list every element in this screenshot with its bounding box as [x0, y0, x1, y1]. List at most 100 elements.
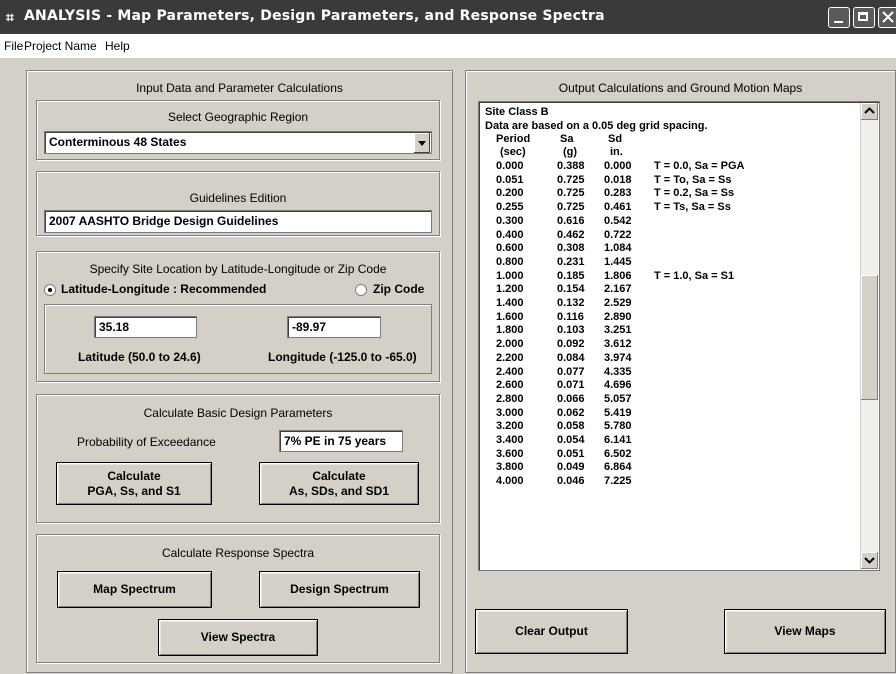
row-note: T = 0.0, Sa = PGA — [654, 160, 745, 172]
col-period-header: Period — [496, 133, 531, 145]
row-sa: 0.046 — [557, 475, 585, 488]
row-sa: 0.308 — [557, 242, 585, 255]
row-sa: 0.116 — [557, 310, 584, 323]
output-textarea[interactable]: Site Class B Data are based on a 0.05 de… — [478, 101, 880, 571]
app-icon: ⌗ — [6, 9, 14, 25]
row-period: 0.000 — [496, 160, 524, 172]
latitude-input[interactable]: 35.18 — [94, 316, 197, 338]
row-sd: 2.167 — [604, 283, 632, 296]
spectra-label: Calculate Response Spectra — [161, 546, 315, 560]
row-sd: 3.612 — [604, 338, 632, 351]
row-sa: 0.154 — [557, 283, 585, 296]
calculate-pga-button[interactable]: Calculate PGA, Ss, and S1 — [56, 462, 212, 505]
view-spectra-button[interactable]: View Spectra — [158, 619, 318, 656]
row-sa: 0.388 — [557, 160, 585, 172]
zip-radio[interactable] — [355, 284, 367, 296]
clear-output-button[interactable]: Clear Output — [475, 609, 628, 654]
row-sd: 0.461 — [604, 201, 632, 214]
row-period: 0.600 — [496, 242, 524, 255]
row-sd: 0.000 — [604, 160, 632, 172]
col-sa-header: Sa — [560, 133, 574, 145]
row-period: 2.400 — [496, 365, 524, 378]
edition-field[interactable]: 2007 AASHTO Bridge Design Guidelines — [44, 210, 432, 233]
row-sa: 0.071 — [557, 379, 585, 392]
minimize-button[interactable] — [828, 7, 850, 28]
row-sd: 6.141 — [604, 434, 632, 446]
region-group: Select Geographic Region Conterminous 48… — [36, 100, 440, 160]
location-label: Specify Site Location by Latitude-Longit… — [89, 262, 387, 276]
row-period: 1.600 — [496, 310, 524, 323]
row-sa: 0.725 — [557, 187, 585, 200]
row-sd: 5.780 — [604, 420, 632, 433]
zip-radio-label[interactable]: Zip Code — [373, 282, 424, 296]
row-sd: 3.974 — [604, 351, 632, 364]
row-sd: 4.335 — [604, 365, 632, 378]
latlon-radio-label[interactable]: Latitude-Longitude : Recommended — [61, 282, 266, 296]
latitude-label: Latitude (50.0 to 24.6) — [78, 350, 201, 364]
row-period: 3.400 — [496, 434, 524, 446]
probability-field[interactable]: 7% PE in 75 years — [279, 430, 403, 452]
scroll-up-button[interactable] — [861, 103, 878, 120]
row-sd: 5.057 — [604, 392, 632, 405]
row-sd: 3.251 — [604, 324, 632, 337]
menu-help[interactable]: Help — [105, 39, 130, 53]
col-period-unit: (sec) — [500, 146, 526, 158]
row-sa: 0.058 — [557, 420, 585, 433]
chevron-down-icon — [864, 557, 875, 564]
coordinates-box: 35.18 -89.97 Latitude (50.0 to 24.6) Lon… — [44, 304, 432, 374]
row-period: 0.051 — [496, 173, 524, 186]
longitude-label: Longitude (-125.0 to -65.0) — [268, 350, 417, 364]
output-scrollbar[interactable] — [860, 103, 878, 569]
spectra-group: Calculate Response Spectra Map Spectrum … — [36, 534, 440, 663]
row-sa: 0.051 — [557, 447, 585, 460]
row-sa: 0.084 — [557, 351, 585, 364]
input-panel: Input Data and Parameter Calculations Se… — [26, 70, 453, 673]
design-spectrum-button[interactable]: Design Spectrum — [259, 571, 420, 608]
row-sd: 5.419 — [604, 406, 632, 419]
map-spectrum-button[interactable]: Map Spectrum — [57, 571, 212, 608]
row-sd: 6.502 — [604, 447, 632, 460]
row-sa: 0.062 — [557, 406, 585, 419]
menu-project-name[interactable]: Project Name — [24, 39, 97, 53]
close-button[interactable] — [878, 7, 896, 28]
chevron-down-icon[interactable] — [413, 133, 430, 153]
latlon-radio[interactable] — [44, 284, 56, 296]
site-class: Site Class B — [485, 106, 549, 118]
longitude-input[interactable]: -89.97 — [287, 316, 381, 338]
location-group: Specify Site Location by Latitude-Longit… — [36, 251, 440, 382]
row-period: 3.600 — [496, 447, 524, 460]
row-period: 3.000 — [496, 406, 524, 419]
row-note: T = Ts, Sa = Ss — [654, 201, 731, 214]
menu-bar: File Project Name Help — [0, 34, 896, 58]
row-sa: 0.054 — [557, 434, 585, 446]
row-period: 1.400 — [496, 297, 524, 309]
chevron-up-icon — [864, 107, 875, 114]
calculate-as-button[interactable]: Calculate As, SDs, and SD1 — [259, 462, 419, 505]
scroll-down-button[interactable] — [861, 552, 878, 569]
row-period: 1.800 — [496, 324, 524, 337]
row-sa: 0.092 — [557, 338, 585, 351]
row-sa: 0.616 — [557, 214, 585, 227]
row-period: 4.000 — [496, 475, 524, 488]
region-label: Select Geographic Region — [167, 110, 309, 124]
row-sa: 0.725 — [557, 201, 585, 214]
region-select[interactable]: Conterminous 48 States — [44, 131, 432, 154]
scroll-thumb[interactable] — [861, 275, 878, 400]
menu-file[interactable]: File — [4, 39, 23, 53]
row-sd: 4.696 — [604, 379, 632, 392]
output-panel-header: Output Calculations and Ground Motion Ma… — [558, 81, 803, 95]
row-period: 2.800 — [496, 392, 524, 405]
row-period: 2.000 — [496, 338, 524, 351]
row-period: 2.600 — [496, 379, 524, 392]
row-sd: 1.084 — [604, 242, 632, 255]
basic-params-group: Calculate Basic Design Parameters Probab… — [36, 394, 440, 523]
row-sa: 0.049 — [557, 461, 585, 474]
row-period: 0.400 — [496, 228, 524, 241]
window-title: ANALYSIS - Map Parameters, Design Parame… — [24, 8, 605, 24]
row-sd: 1.806 — [604, 269, 632, 282]
view-maps-button[interactable]: View Maps — [724, 609, 886, 654]
row-sd: 7.225 — [604, 475, 632, 488]
col-sa-unit: (g) — [563, 146, 578, 158]
maximize-button[interactable] — [853, 7, 875, 28]
row-period: 0.255 — [496, 201, 524, 214]
